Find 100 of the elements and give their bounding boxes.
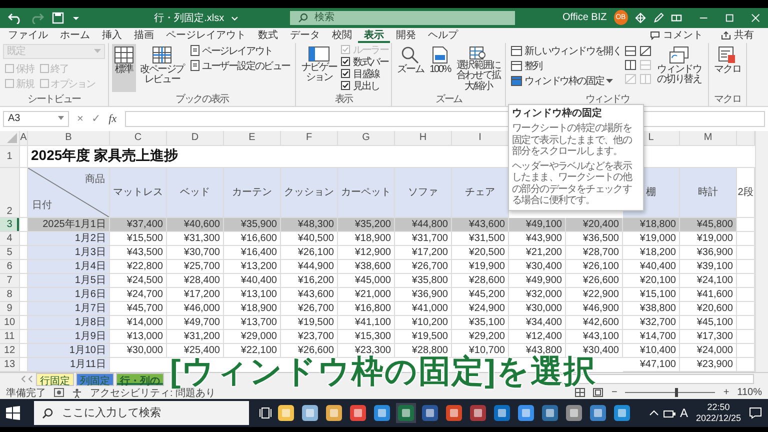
app-icon[interactable] bbox=[516, 403, 536, 424]
row-number[interactable]: 1 bbox=[0, 146, 20, 168]
switch-window-button[interactable]: ウィンドウの切り替え bbox=[653, 44, 706, 88]
comment-button[interactable]: コメント bbox=[644, 27, 709, 44]
window-option-icon[interactable] bbox=[625, 46, 636, 56]
menu-tab[interactable]: 描画 bbox=[128, 28, 160, 43]
pen-icon[interactable] bbox=[652, 12, 664, 24]
app-icon[interactable] bbox=[468, 403, 488, 424]
caret-icon[interactable] bbox=[231, 14, 238, 22]
task-view-icon[interactable] bbox=[259, 407, 272, 420]
row-number[interactable]: 13 bbox=[0, 358, 20, 372]
sheet-tab[interactable]: 行固定 bbox=[36, 372, 74, 386]
row-number[interactable]: 5 bbox=[0, 246, 20, 260]
checkbox-label[interactable]: 数式バー bbox=[353, 54, 388, 69]
menu-tab[interactable]: ファイル bbox=[2, 28, 54, 43]
column-letter[interactable]: E bbox=[224, 130, 281, 146]
clock-date[interactable]: 2022/12/25 bbox=[696, 413, 741, 424]
display-icon[interactable] bbox=[670, 12, 682, 24]
menu-tab[interactable]: ホーム bbox=[54, 28, 96, 43]
zoom-out-button[interactable]: − bbox=[611, 387, 618, 398]
normal-view-icon[interactable] bbox=[575, 388, 586, 398]
app-icon[interactable] bbox=[612, 403, 632, 424]
window-button[interactable]: 新しいウィンドウを開く bbox=[509, 44, 624, 58]
column-letter[interactable]: B bbox=[28, 130, 110, 146]
app-icon[interactable] bbox=[324, 403, 344, 424]
view-button[interactable]: 改ページプレビュー bbox=[138, 44, 186, 88]
navigation-button[interactable]: ナビゲーション bbox=[299, 44, 340, 86]
column-letter[interactable]: D bbox=[167, 130, 224, 146]
row-number[interactable]: 8 bbox=[0, 288, 20, 302]
column-letter[interactable]: H bbox=[395, 130, 452, 146]
windows-start-icon[interactable] bbox=[6, 406, 20, 420]
row-number[interactable]: 10 bbox=[0, 316, 20, 330]
zoom-button[interactable]: ズーム bbox=[395, 44, 426, 78]
accessibility-icon[interactable] bbox=[72, 388, 82, 398]
app-icon[interactable] bbox=[444, 403, 464, 424]
chevron-up-icon[interactable] bbox=[648, 409, 659, 418]
window-button[interactable]: ウィンドウ枠の固定 bbox=[509, 74, 624, 88]
taskbar-search-field[interactable]: ここに入力して検索 bbox=[34, 401, 249, 426]
column-letter[interactable]: C bbox=[110, 130, 167, 146]
column-letter[interactable]: F bbox=[281, 130, 338, 146]
row-number[interactable]: 6 bbox=[0, 260, 20, 274]
undo-icon[interactable] bbox=[8, 12, 22, 24]
column-letter[interactable]: M bbox=[680, 130, 737, 146]
checkbox-label[interactable]: 目盛線 bbox=[353, 66, 380, 81]
menu-tab[interactable]: ページレイアウト bbox=[160, 28, 252, 43]
row-number[interactable]: 9 bbox=[0, 302, 20, 316]
input-mode-indicator[interactable]: A bbox=[680, 406, 688, 420]
app-icon[interactable] bbox=[396, 403, 416, 424]
row-number[interactable]: 2 bbox=[0, 168, 20, 218]
menu-tab[interactable]: ヘルプ bbox=[422, 28, 464, 43]
row-number[interactable]: 4 bbox=[0, 232, 20, 246]
zoom-selection-button[interactable]: 選択範囲に合わせて拡大/縮小 bbox=[454, 44, 502, 94]
app-icon[interactable] bbox=[300, 403, 320, 424]
menu-tab[interactable]: 開発 bbox=[390, 28, 422, 43]
zoom-level[interactable]: 110% bbox=[737, 387, 762, 398]
diamond-icon[interactable] bbox=[634, 12, 646, 24]
app-icon[interactable] bbox=[420, 403, 440, 424]
menu-tab[interactable]: 校閲 bbox=[326, 28, 358, 43]
clock-time[interactable]: 22:50 bbox=[707, 402, 730, 414]
save-icon[interactable] bbox=[52, 12, 64, 24]
app-icon[interactable] bbox=[588, 403, 608, 424]
app-icon[interactable] bbox=[276, 403, 296, 424]
view-button[interactable]: ページレイアウト bbox=[188, 44, 292, 58]
enter-button[interactable]: ✓ bbox=[91, 112, 101, 126]
view-button[interactable]: ユーザー設定のビュー bbox=[188, 58, 292, 73]
zoom-100-button[interactable]: 100% bbox=[428, 44, 452, 78]
cancel-button[interactable]: × bbox=[77, 112, 84, 125]
zoom-in-button[interactable]: + bbox=[723, 387, 730, 398]
menu-tab[interactable]: データ bbox=[284, 28, 326, 43]
macro-button[interactable]: マクロ bbox=[712, 44, 743, 78]
network-icon[interactable] bbox=[662, 408, 676, 419]
page-layout-icon[interactable] bbox=[593, 388, 604, 398]
menu-tab[interactable]: 表示 bbox=[358, 28, 390, 43]
row-number[interactable]: 12 bbox=[0, 344, 20, 358]
row-number[interactable]: 3 bbox=[0, 218, 20, 232]
row-number[interactable]: 7 bbox=[0, 274, 20, 288]
search-field[interactable]: 検索 bbox=[290, 10, 516, 25]
app-icon[interactable] bbox=[372, 403, 392, 424]
share-button[interactable]: 共有 bbox=[715, 27, 760, 44]
window-option-icon[interactable] bbox=[625, 60, 636, 70]
checkbox[interactable] bbox=[341, 57, 350, 66]
name-box[interactable]: A3 bbox=[3, 110, 69, 127]
menu-tab[interactable]: 数式 bbox=[252, 28, 284, 43]
window-option-icon[interactable] bbox=[640, 46, 652, 56]
column-header-cell[interactable] bbox=[737, 130, 755, 146]
row-number[interactable]: 11 bbox=[0, 330, 20, 344]
column-letter[interactable]: I bbox=[452, 130, 509, 146]
maximize-icon[interactable] bbox=[724, 12, 734, 23]
close-icon[interactable] bbox=[750, 12, 760, 23]
record-icon[interactable] bbox=[54, 388, 64, 398]
column-letter[interactable]: A bbox=[20, 130, 28, 146]
menu-tab[interactable]: 挿入 bbox=[96, 28, 128, 43]
app-icon[interactable] bbox=[564, 403, 584, 424]
function-button[interactable]: fx bbox=[108, 112, 117, 125]
checkbox[interactable] bbox=[341, 81, 350, 90]
app-icon[interactable] bbox=[540, 403, 560, 424]
app-icon[interactable] bbox=[492, 403, 512, 424]
checkbox[interactable] bbox=[341, 69, 350, 78]
checkbox-label[interactable]: 見出し bbox=[353, 78, 380, 93]
app-icon[interactable] bbox=[348, 403, 368, 424]
